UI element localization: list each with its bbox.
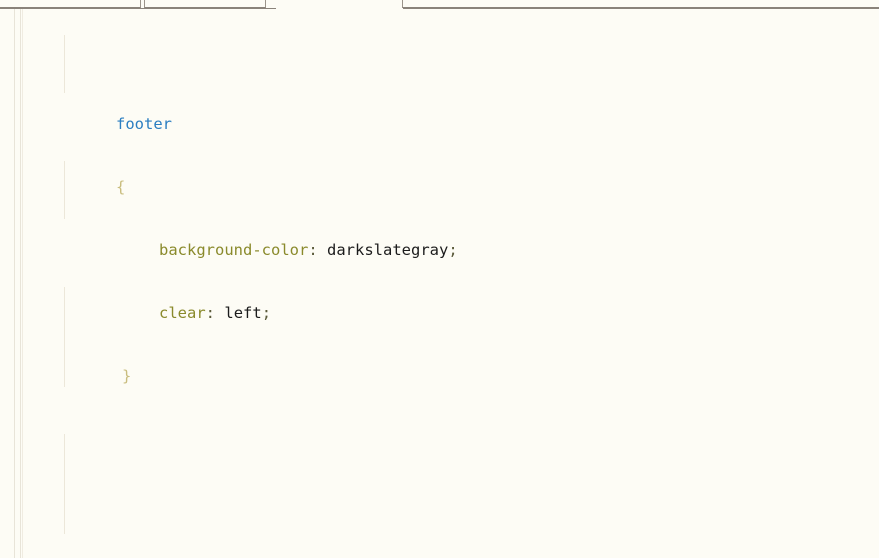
code-editor-pane[interactable]: footer { background-color: darkslategray… — [0, 9, 879, 558]
colon: : — [308, 241, 318, 259]
editor-tab-2[interactable] — [144, 0, 266, 8]
code-line[interactable]: } — [0, 345, 879, 385]
code-line[interactable]: footer — [0, 93, 879, 133]
code-line[interactable]: .main,.aside-left,.aside-right — [0, 534, 879, 558]
code-line[interactable]: clear: left; — [0, 282, 879, 322]
editor-tab-strip — [0, 0, 879, 9]
code-line[interactable]: { — [0, 156, 879, 196]
property-clear: clear — [159, 304, 206, 322]
value-darkslategray: darkslategray — [327, 241, 449, 259]
editor-tab-3[interactable] — [402, 0, 879, 8]
semicolon: ; — [261, 304, 272, 322]
value-left: left — [224, 304, 262, 322]
brace-open: { — [116, 178, 126, 196]
selector-footer: footer — [116, 115, 172, 133]
editor-tab-1[interactable] — [0, 0, 141, 8]
colon: : — [205, 304, 216, 322]
code-line-blank[interactable] — [0, 429, 879, 450]
code-line[interactable]: background-color: darkslategray; — [0, 219, 879, 259]
semicolon: ; — [448, 241, 458, 259]
code-content[interactable]: footer { background-color: darkslategray… — [0, 9, 879, 558]
brace-close: } — [122, 367, 132, 385]
property-background-color: background-color — [159, 241, 309, 259]
